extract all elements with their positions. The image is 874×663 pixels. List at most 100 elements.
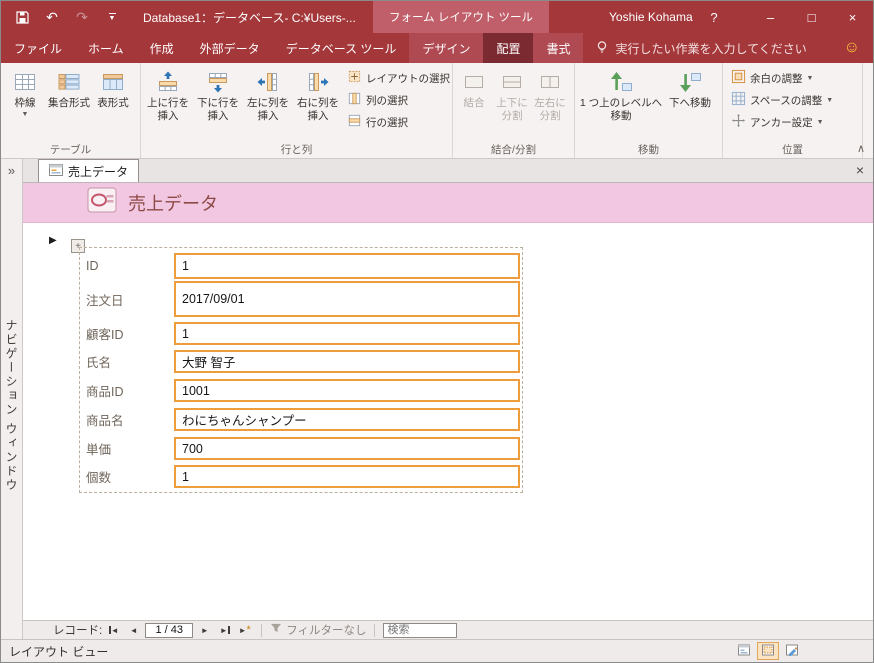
- field-label[interactable]: 氏名: [86, 350, 174, 373]
- select-column-button[interactable]: 列の選択: [347, 91, 450, 109]
- record-selector-icon[interactable]: ▶: [49, 235, 57, 246]
- field-value-input[interactable]: わにちゃんシャンプー: [174, 408, 520, 431]
- title-bar: ↶ ↷ ▼ Database1：データベース- C:¥Users-... フォー…: [1, 1, 873, 33]
- record-nav-label: レコード:: [53, 625, 103, 637]
- field-label[interactable]: 個数: [86, 465, 174, 488]
- record-navigation-bar: レコード: ◄ ◄ 1 / 43 ► ► ► * フィルターなし: [23, 620, 873, 639]
- move-down-button[interactable]: 下へ移動: [665, 66, 715, 112]
- ribbon-tab-row: ファイル ホーム 作成 外部データ データベース ツール デザイン 配置 書式 …: [1, 33, 873, 63]
- tab-arrange[interactable]: 配置: [483, 33, 534, 63]
- split-vertical-button: 上下に分割: [493, 66, 531, 124]
- dropdown-icon: ▼: [826, 97, 834, 104]
- field-label[interactable]: 注文日: [86, 281, 174, 317]
- tab-database-tools[interactable]: データベース ツール: [273, 33, 410, 63]
- filter-funnel-icon: [270, 623, 282, 637]
- field-row-order-date: 注文日 2017/09/01: [86, 281, 522, 317]
- tell-me-box[interactable]: 実行したい作業を入力してください: [595, 33, 807, 63]
- layout-view-button[interactable]: [757, 642, 779, 660]
- ribbon-group-position: 余白の調整 ▼ スペースの調整 ▼ アンカー設定 ▼ 位置: [723, 63, 863, 158]
- previous-record-button[interactable]: ◄: [125, 623, 142, 638]
- window-controls: – □ ×: [750, 1, 873, 33]
- field-value-input[interactable]: 700: [174, 437, 520, 460]
- field-row-quantity: 個数 1: [86, 465, 522, 488]
- contextual-tools-title: フォーム レイアウト ツール: [373, 1, 549, 33]
- select-column-icon: [347, 91, 362, 109]
- save-icon[interactable]: [13, 8, 31, 26]
- anchor-icon: [731, 113, 746, 131]
- anchoring-button[interactable]: アンカー設定 ▼: [731, 113, 860, 131]
- select-row-icon: [347, 113, 362, 131]
- next-record-button[interactable]: ►: [196, 623, 213, 638]
- form-header-icon: [87, 187, 117, 218]
- document-tab-sales-data[interactable]: 売上データ: [38, 159, 140, 182]
- field-value-input[interactable]: 1: [174, 253, 520, 279]
- insert-column-right-button[interactable]: 右に列を挿入: [293, 66, 343, 124]
- control-margins-button[interactable]: 余白の調整 ▼: [731, 69, 860, 87]
- status-bar: レイアウト ビュー: [1, 639, 873, 662]
- tab-create[interactable]: 作成: [137, 33, 187, 63]
- field-row-unit-price: 単価 700: [86, 437, 522, 460]
- field-label[interactable]: 顧客ID: [86, 322, 174, 345]
- select-layout-button[interactable]: レイアウトの選択: [347, 69, 450, 87]
- field-label[interactable]: 単価: [86, 437, 174, 460]
- move-down-icon: [677, 68, 703, 96]
- ribbon-group-table: 枠線 ▼ 集合形式 表形式 テーブル: [1, 63, 141, 158]
- feedback-smiley-icon[interactable]: ☺: [844, 33, 860, 63]
- expand-nav-pane-icon[interactable]: »: [1, 159, 22, 178]
- insert-row-below-button[interactable]: 下に行を挿入: [193, 66, 243, 124]
- field-label[interactable]: 商品名: [86, 408, 174, 431]
- move-up-level-button[interactable]: 1 つ上のレベルへ移動: [577, 66, 665, 124]
- filter-toggle-button[interactable]: フィルターなし: [270, 622, 366, 638]
- access-window: ↶ ↷ ▼ Database1：データベース- C:¥Users-... フォー…: [0, 0, 874, 663]
- signed-in-user[interactable]: Yoshie Kohama: [609, 1, 693, 33]
- record-search-input[interactable]: [383, 622, 458, 638]
- view-status-label: レイアウト ビュー: [9, 644, 109, 659]
- field-value-input[interactable]: 2017/09/01: [174, 281, 520, 317]
- collapse-ribbon-icon[interactable]: ∧: [857, 142, 865, 155]
- field-value-input[interactable]: 大野 智子: [174, 350, 520, 373]
- close-button[interactable]: ×: [832, 1, 873, 33]
- form-view-button[interactable]: [733, 642, 755, 660]
- split-horizontal-icon: [539, 68, 561, 96]
- move-up-icon: [608, 68, 634, 96]
- select-row-button[interactable]: 行の選択: [347, 113, 450, 131]
- field-label[interactable]: ID: [86, 253, 174, 279]
- gridlines-icon: [13, 68, 37, 96]
- tab-format[interactable]: 書式: [533, 33, 583, 63]
- close-document-icon[interactable]: ×: [856, 162, 864, 178]
- insert-column-left-button[interactable]: 左に列を挿入: [243, 66, 293, 124]
- form-layout-grid[interactable]: ID 1 注文日 2017/09/01 顧客ID 1 氏名 大野 智子 商品ID: [79, 247, 523, 493]
- insert-row-below-icon: [206, 68, 230, 96]
- merge-button: 結合: [455, 66, 493, 112]
- navigation-pane-collapsed[interactable]: » ナビゲーション ウィンドウ: [1, 159, 23, 639]
- field-value-input[interactable]: 1: [174, 465, 520, 488]
- tab-file[interactable]: ファイル: [1, 33, 75, 63]
- field-value-input[interactable]: 1: [174, 322, 520, 345]
- last-record-button[interactable]: ►: [216, 623, 233, 638]
- layout-view-icon: [761, 643, 775, 660]
- customize-qat-icon[interactable]: ▼: [103, 8, 121, 26]
- control-padding-button[interactable]: スペースの調整 ▼: [731, 91, 860, 109]
- field-row-name: 氏名 大野 智子: [86, 350, 522, 373]
- first-record-button[interactable]: ◄: [105, 623, 122, 638]
- design-view-button[interactable]: [781, 642, 803, 660]
- gridlines-button[interactable]: 枠線 ▼: [3, 66, 47, 120]
- tab-design[interactable]: デザイン: [409, 33, 483, 63]
- tabular-layout-icon: [101, 68, 125, 96]
- tab-external-data[interactable]: 外部データ: [187, 33, 273, 63]
- maximize-button[interactable]: □: [791, 1, 832, 33]
- help-button[interactable]: ?: [699, 1, 729, 33]
- field-value-input[interactable]: 1001: [174, 379, 520, 402]
- minimize-button[interactable]: –: [750, 1, 791, 33]
- field-label[interactable]: 商品ID: [86, 379, 174, 402]
- record-position-box[interactable]: 1 / 43: [145, 622, 194, 638]
- insert-row-above-button[interactable]: 上に行を挿入: [143, 66, 193, 124]
- stacked-layout-button[interactable]: 集合形式: [47, 66, 91, 112]
- undo-icon[interactable]: ↶: [43, 8, 61, 26]
- tab-home[interactable]: ホーム: [75, 33, 137, 63]
- tabular-layout-button[interactable]: 表形式: [91, 66, 135, 112]
- split-horizontal-button: 左右に分割: [531, 66, 569, 124]
- new-record-button[interactable]: ► *: [236, 623, 253, 638]
- field-row-product-name: 商品名 わにちゃんシャンプー: [86, 408, 522, 431]
- view-switcher: [733, 642, 803, 660]
